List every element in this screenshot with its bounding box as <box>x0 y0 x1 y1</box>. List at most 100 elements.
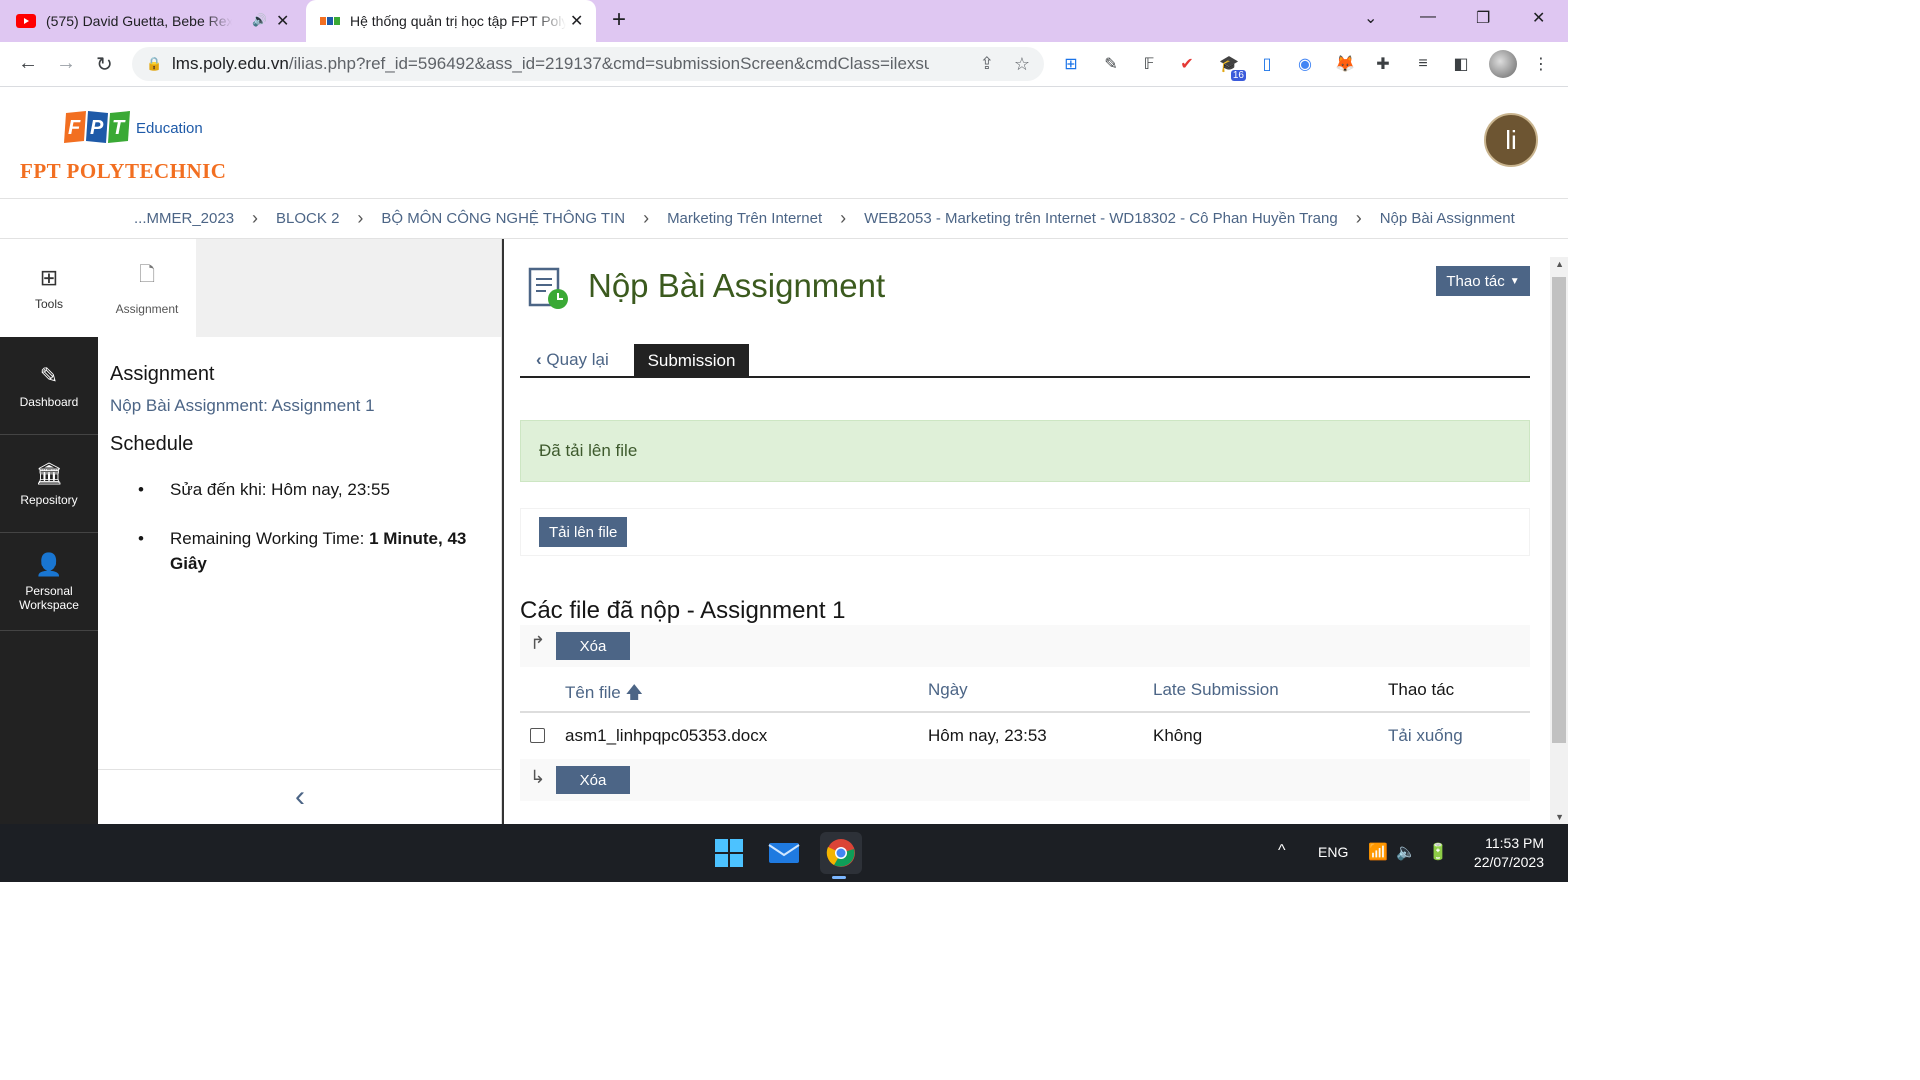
delete-button-bottom[interactable]: Xóa <box>556 766 630 794</box>
graduation-extension-icon[interactable]: 🎓 16 <box>1218 53 1246 81</box>
mainbar-label: Dashboard <box>19 394 79 409</box>
breadcrumb-item[interactable]: ...MMER_2023 <box>134 210 234 227</box>
browser-tab-lms[interactable]: Hệ thống quản trị học tập FPT Polytechni… <box>306 0 596 42</box>
column-filename[interactable]: Tên file 🡅 <box>565 680 643 709</box>
text-extension-icon[interactable]: 𝔽 <box>1138 53 1160 75</box>
collapse-slate-chevron-left-icon[interactable]: ‹ <box>98 769 502 824</box>
share-icon[interactable]: ⇪ <box>980 54 994 74</box>
breadcrumb-item[interactable]: Marketing Trên Internet <box>667 210 822 227</box>
submitted-files-table: ↱ Xóa Tên file 🡅 Ngày Late Submission Th… <box>520 625 1530 801</box>
browser-toolbar: ← → ↻ 🔒 lms.poly.edu.vn /ilias.php?ref_i… <box>0 42 1568 87</box>
mainbar-repository[interactable]: 🏛 Repository <box>0 435 98 533</box>
mail-icon[interactable] <box>766 835 802 871</box>
close-tab-icon[interactable]: ✕ <box>570 11 583 31</box>
breadcrumb-item-current[interactable]: Nộp Bài Assignment <box>1380 210 1515 227</box>
column-late[interactable]: Late Submission <box>1153 680 1279 700</box>
mainbar-dashboard[interactable]: ✎ Dashboard <box>0 337 98 435</box>
user-avatar[interactable]: li <box>1484 113 1538 167</box>
url-path: /ilias.php?ref_id=596492&ass_id=219137&c… <box>288 54 929 73</box>
windows-start-icon[interactable] <box>711 835 747 871</box>
bookmark-star-icon[interactable]: ☆ <box>1014 54 1030 75</box>
scroll-up-icon[interactable]: ▲ <box>1555 259 1564 269</box>
assignment-title-icon <box>528 267 568 309</box>
forward-arrow-icon[interactable]: → <box>56 52 76 75</box>
table-bottom-actions: ↳ Xóa <box>520 759 1530 801</box>
actions-label: Thao tác <box>1446 272 1505 290</box>
bank-icon: 🏛 <box>35 460 63 486</box>
mainbar-personal-workspace[interactable]: 👤 Personal Workspace <box>0 533 98 631</box>
dashboard-icon: ✎ <box>39 362 59 388</box>
eyedropper-extension-icon[interactable]: ✎ <box>1100 53 1122 75</box>
select-arrow-down-icon: ↳ <box>530 767 546 787</box>
fpt-logo-icon[interactable]: F P T <box>62 109 132 145</box>
new-tab-icon[interactable]: + <box>612 6 626 34</box>
content-scrollbar[interactable]: ▲ ▼ <box>1550 257 1568 824</box>
chrome-taskbar-icon[interactable] <box>820 832 862 874</box>
fpt-favicon-icon <box>320 17 340 25</box>
menu-kebab-icon[interactable]: ⋮ <box>1530 53 1552 75</box>
input-language[interactable]: ENG <box>1318 844 1348 860</box>
lock-icon[interactable]: 🔒 <box>146 56 162 72</box>
close-tab-icon[interactable]: ✕ <box>276 11 289 31</box>
side-panel-icon[interactable]: ◧ <box>1450 53 1472 75</box>
scroll-thumb[interactable] <box>1552 277 1566 743</box>
battery-icon[interactable]: 🔋 <box>1428 842 1448 862</box>
grid-icon: ⊞ <box>39 265 59 290</box>
select-arrow-icon: ↱ <box>530 633 546 653</box>
schedule-list: Sửa đến khi: Hôm nay, 23:55 Remaining Wo… <box>130 477 470 600</box>
wifi-icon[interactable]: 📶 <box>1368 842 1388 862</box>
download-link[interactable]: Tải xuống <box>1388 726 1463 746</box>
chevron-right-icon: › <box>840 208 847 228</box>
logo-education-text: Education <box>136 120 203 137</box>
media-control-icon[interactable]: ≡ <box>1412 53 1434 75</box>
minimize-icon[interactable]: — <box>1420 8 1436 26</box>
address-bar[interactable]: 🔒 lms.poly.edu.vn /ilias.php?ref_id=5964… <box>132 47 1044 81</box>
brand-name[interactable]: FPT POLYTECHNIC <box>20 159 226 184</box>
color-extension-icon[interactable]: ✔ <box>1176 53 1198 75</box>
tray-chevron-up-icon[interactable]: ^ <box>1278 842 1286 860</box>
column-date[interactable]: Ngày <box>928 680 968 700</box>
clipboard-extension-icon[interactable]: ▯ <box>1256 53 1278 75</box>
remaining-label: Remaining Working Time: <box>170 529 365 548</box>
profile-avatar[interactable] <box>1489 50 1517 78</box>
tab-search-icon[interactable]: ⌄ <box>1364 8 1377 28</box>
slate-heading-schedule: Schedule <box>110 433 194 455</box>
reload-icon[interactable]: ↻ <box>96 52 113 77</box>
mainbar-tools[interactable]: ⊞ Tools <box>0 239 98 337</box>
back-arrow-icon[interactable]: ← <box>18 52 38 75</box>
row-checkbox[interactable] <box>530 728 545 743</box>
upload-file-button[interactable]: Tải lên file <box>539 517 628 547</box>
cell-filename: asm1_linhpqpc05353.docx <box>565 726 768 745</box>
breadcrumb-item[interactable]: BỘ MÔN CÔNG NGHỆ THÔNG TIN <box>381 210 625 227</box>
tab-submission[interactable]: Submission <box>634 344 749 378</box>
tab-title: Hệ thống quản trị học tập FPT Polytechni… <box>350 13 566 29</box>
lens-extension-icon[interactable]: ◉ <box>1294 53 1316 75</box>
system-clock[interactable]: 11:53 PM 22/07/2023 <box>1462 834 1544 872</box>
translate-extension-icon[interactable]: ⊞ <box>1060 53 1082 75</box>
youtube-icon <box>16 14 36 28</box>
schedule-remaining: Remaining Working Time: 1 Minute, 43 Giâ… <box>138 526 470 576</box>
site-header: F P T Education FPT POLYTECHNIC li <box>0 87 1568 199</box>
scroll-down-icon[interactable]: ▼ <box>1555 812 1564 822</box>
slate-tab-label: Assignment <box>115 302 179 316</box>
breadcrumb-item[interactable]: BLOCK 2 <box>276 210 339 227</box>
actions-dropdown-button[interactable]: Thao tác ▼ <box>1436 266 1530 296</box>
slate-tabs: 🗋 Assignment <box>98 239 501 337</box>
slate-assignment-link[interactable]: Nộp Bài Assignment: Assignment 1 <box>110 396 375 416</box>
column-label: Tên file <box>565 683 621 702</box>
metamask-extension-icon[interactable]: 🦊 <box>1334 53 1356 75</box>
restore-icon[interactable]: ❐ <box>1476 8 1490 28</box>
mainbar-label: Tools <box>34 297 63 311</box>
close-window-icon[interactable]: ✕ <box>1532 8 1545 28</box>
browser-tab-youtube[interactable]: (575) David Guetta, Bebe Rexha - I'm Goo… <box>16 0 302 42</box>
cell-late: Không <box>1153 726 1203 745</box>
user-icon: 👤 <box>35 551 63 577</box>
speaker-icon[interactable]: 🔊 <box>252 13 267 27</box>
tab-back[interactable]: ‹ Quay lại <box>536 350 609 370</box>
breadcrumb-item[interactable]: WEB2053 - Marketing trên Internet - WD18… <box>864 210 1338 227</box>
volume-icon[interactable]: 🔈 <box>1396 842 1416 862</box>
delete-button-top[interactable]: Xóa <box>556 632 630 660</box>
slate-tab-assignment[interactable]: 🗋 Assignment <box>98 239 196 337</box>
tab-title: (575) David Guetta, Bebe Rexha - I'm Goo… <box>46 13 232 29</box>
extensions-puzzle-icon[interactable]: ✚ <box>1372 53 1394 75</box>
